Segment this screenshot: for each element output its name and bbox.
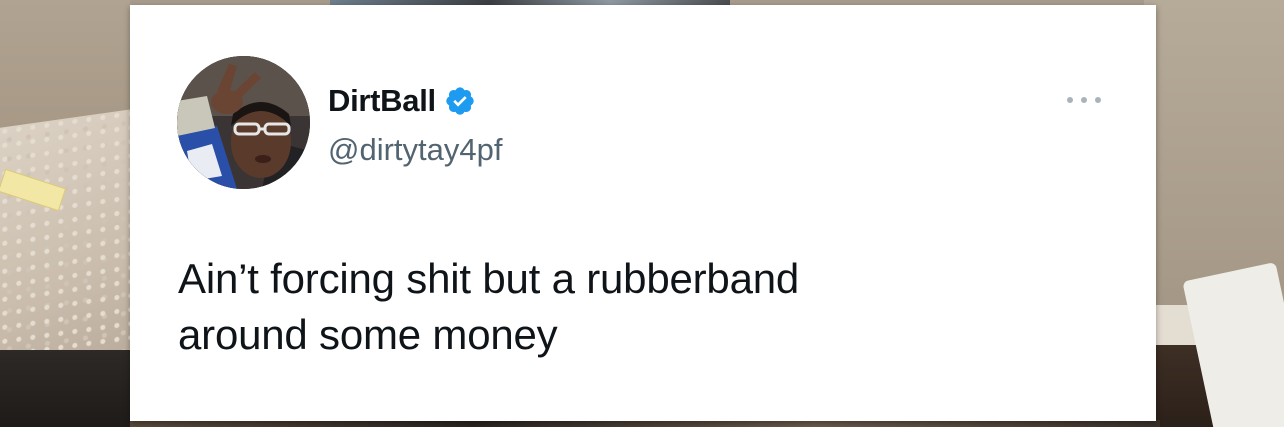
background-cabinet [0,350,140,427]
more-dot [1067,97,1073,103]
avatar-image [177,56,310,189]
display-name[interactable]: DirtBall [328,83,436,119]
more-options-icon[interactable] [1067,93,1101,107]
background-bottom-strip [130,420,1160,427]
tweet-text: Ain’t forcing shit but a rubberband arou… [178,251,1078,363]
user-handle[interactable]: @dirtytay4pf [328,132,502,168]
author-name-row: DirtBall [328,83,476,119]
tweet-text-line: around some money [178,311,558,358]
avatar[interactable] [177,56,310,189]
verified-badge-icon [444,85,476,117]
tweet-text-line: Ain’t forcing shit but a rubberband [178,255,800,302]
more-dot [1095,97,1101,103]
tweet-card: DirtBall @dirtytay4pf Ain’t forcing shit… [130,5,1156,421]
more-dot [1081,97,1087,103]
